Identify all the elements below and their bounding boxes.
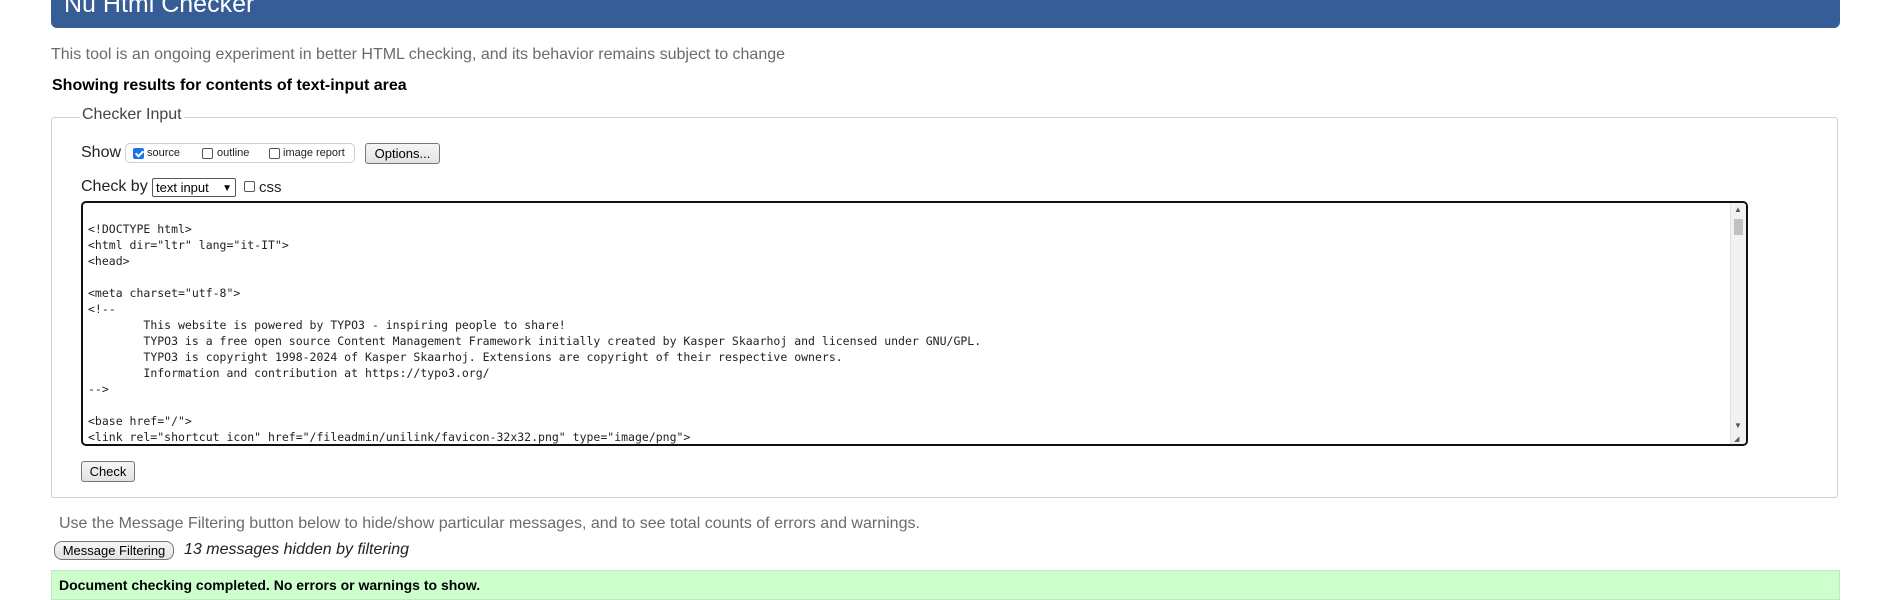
- success-message-box: Document checking completed. No errors o…: [51, 570, 1840, 600]
- image-report-option-label: image report: [283, 147, 345, 159]
- css-label: css: [259, 179, 282, 196]
- scroll-down-arrow-icon[interactable]: ▼: [1734, 421, 1742, 430]
- header-bar: Nu Html Checker: [51, 0, 1840, 28]
- check-by-label: Check by: [81, 178, 148, 195]
- message-filtering-button[interactable]: Message Filtering: [54, 541, 174, 560]
- source-textarea[interactable]: <!DOCTYPE html> <html dir="ltr" lang="it…: [81, 201, 1748, 446]
- check-by-selected-value: text input: [156, 180, 209, 195]
- page-title: Nu Html Checker: [64, 0, 255, 18]
- options-button[interactable]: Options...: [365, 143, 440, 164]
- source-option-label: source: [147, 147, 181, 159]
- scrollbar-thumb[interactable]: [1734, 219, 1743, 235]
- textarea-scrollbar[interactable]: ▲ ▼ ◢: [1730, 203, 1746, 444]
- showing-results-heading: Showing results for contents of text-inp…: [52, 77, 407, 94]
- source-code-text: <!DOCTYPE html> <html dir="ltr" lang="it…: [88, 222, 982, 444]
- scroll-up-arrow-icon[interactable]: ▲: [1734, 205, 1742, 214]
- image-report-checkbox[interactable]: [269, 148, 280, 159]
- outline-checkbox[interactable]: [202, 148, 213, 159]
- show-options-group: source outline image report: [125, 143, 355, 163]
- show-label: Show: [81, 144, 122, 161]
- css-checkbox[interactable]: [244, 181, 255, 192]
- checker-input-legend: Checker Input: [80, 106, 184, 124]
- intro-text: This tool is an ongoing experiment in be…: [51, 46, 786, 63]
- outline-option-label: outline: [217, 147, 250, 159]
- page: Nu Html Checker This tool is an ongoing …: [0, 0, 1900, 600]
- chevron-down-icon: ▼: [222, 183, 232, 194]
- source-checkbox[interactable]: [133, 148, 144, 159]
- check-by-select[interactable]: text input ▼: [152, 178, 236, 197]
- check-button[interactable]: Check: [81, 461, 135, 482]
- hidden-messages-count: 13 messages hidden by filtering: [184, 541, 410, 558]
- resize-grip-icon[interactable]: ◢: [1734, 435, 1739, 443]
- success-message-text: Document checking completed. No errors o…: [59, 577, 481, 593]
- message-filtering-info: Use the Message Filtering button below t…: [59, 515, 920, 532]
